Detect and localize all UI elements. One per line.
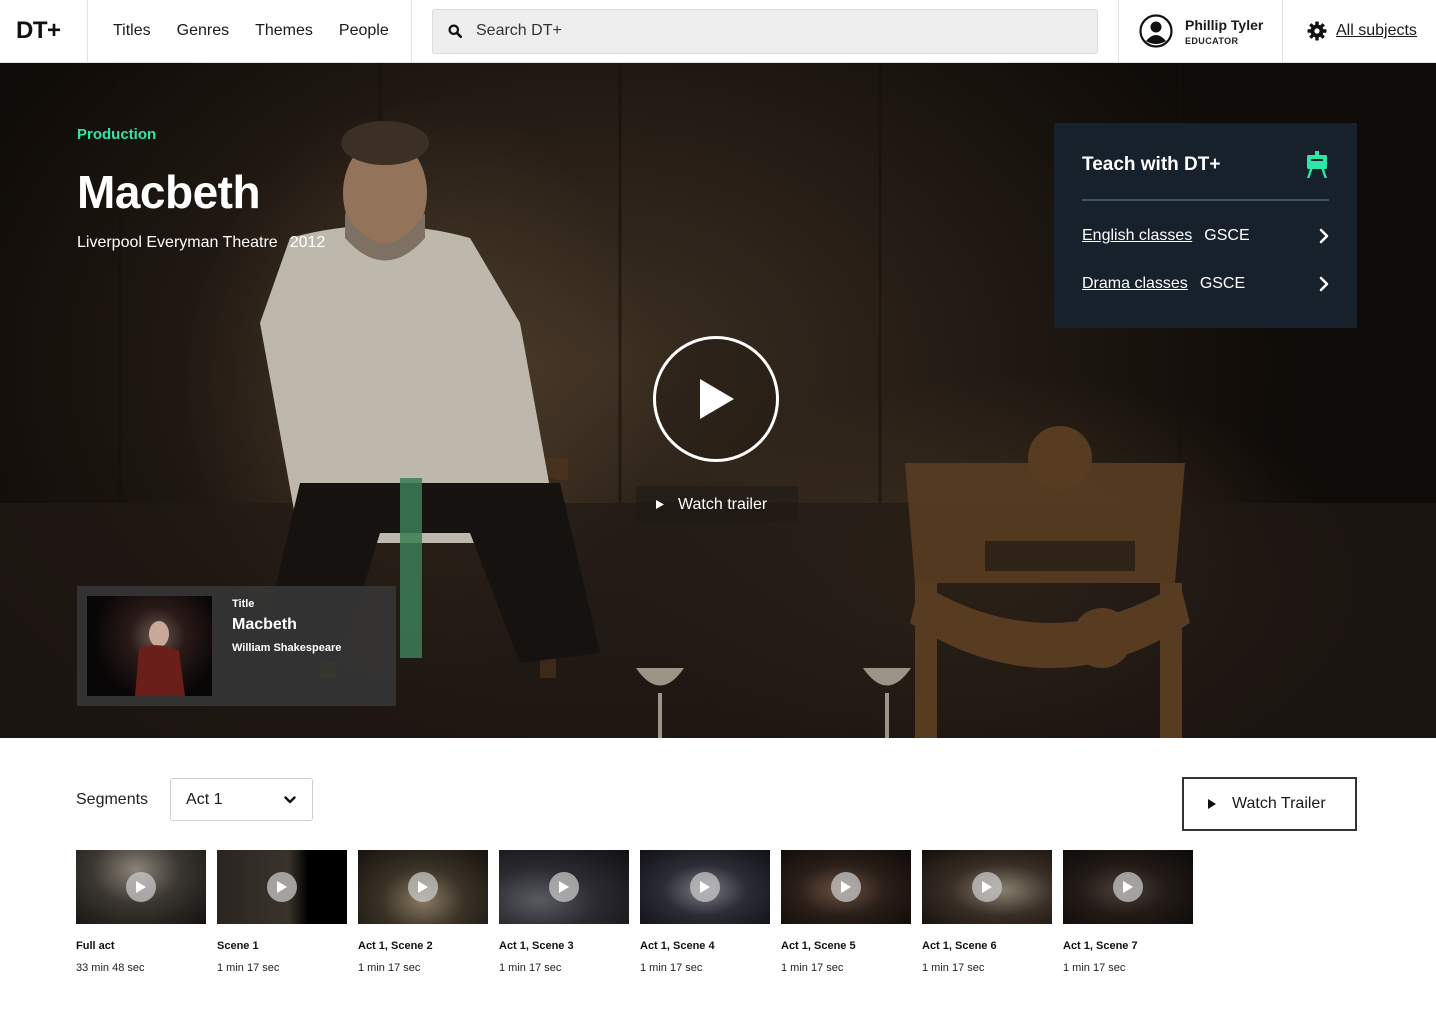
play-small-icon [1208, 799, 1216, 809]
drama-level: GSCE [1199, 275, 1246, 292]
title-thumbnail [87, 596, 212, 696]
segment-name: Act 1, Scene 6 [922, 940, 997, 952]
all-subjects-button[interactable]: All subjects [1283, 0, 1417, 62]
segment-thumbnail [1063, 850, 1193, 924]
segment-name: Act 1, Scene 3 [499, 940, 574, 952]
dt-plus-logo[interactable]: DT+ [0, 0, 88, 62]
segment-item[interactable]: Act 1, Scene 6 1 min 17 sec [922, 850, 1052, 974]
segment-thumbnail [922, 850, 1052, 924]
user-role: EDUCATOR [1185, 35, 1239, 46]
segments-label: Segments [76, 790, 149, 808]
segment-name: Full act [76, 940, 115, 952]
venue-text: Liverpool Everyman Theatre [77, 234, 278, 251]
user-name: Phillip Tyler [1185, 16, 1264, 33]
segment-thumbnail [781, 850, 911, 924]
watch-trailer-overlay-label: Watch trailer [678, 495, 768, 513]
play-circle-icon [267, 872, 297, 902]
drama-classes-row[interactable]: Drama classes GSCE [1082, 271, 1329, 297]
segment-thumbnail [358, 850, 488, 924]
segment-act-dropdown[interactable]: Act 1 [170, 778, 314, 821]
gear-icon [1307, 21, 1327, 41]
drama-classes-link[interactable]: Drama classes [1082, 275, 1188, 293]
title-card-label: Title [232, 598, 255, 610]
search-box[interactable] [432, 8, 1098, 54]
segment-duration: 1 min 17 sec [499, 962, 562, 974]
title-card[interactable]: Title Macbeth William Shakespeare [77, 586, 396, 706]
segment-name: Act 1, Scene 5 [781, 940, 856, 952]
watch-trailer-button[interactable]: Watch Trailer [1182, 777, 1357, 831]
segment-thumbnail [217, 850, 347, 924]
english-level: GSCE [1204, 227, 1250, 244]
content-type-label: Production [77, 126, 157, 143]
play-circle-icon [126, 872, 156, 902]
teach-panel-header: Teach with DT+ [1082, 151, 1329, 201]
play-icon [700, 379, 734, 419]
segment-item[interactable]: Act 1, Scene 2 1 min 17 sec [358, 850, 488, 974]
title-card-author: William Shakespeare [232, 642, 342, 654]
segment-name: Act 1, Scene 7 [1063, 940, 1138, 952]
play-circle-icon [408, 872, 438, 902]
segment-thumbnail [499, 850, 629, 924]
segment-item[interactable]: Act 1, Scene 5 1 min 17 sec [781, 850, 911, 974]
segment-duration: 1 min 17 sec [217, 962, 280, 974]
play-circle-icon [972, 872, 1002, 902]
watch-trailer-overlay-button[interactable]: Watch trailer [636, 486, 798, 523]
segment-item[interactable]: Scene 1 1 min 17 sec [217, 850, 347, 974]
title-card-name: Macbeth [232, 616, 297, 633]
play-small-icon [656, 500, 664, 509]
search-container [412, 0, 1119, 62]
year-text: 2012 [289, 234, 326, 251]
teach-panel-title: Teach with DT+ [1082, 154, 1221, 175]
segment-name: Act 1, Scene 2 [358, 940, 433, 952]
nav-genres[interactable]: Genres [177, 22, 229, 40]
segment-duration: 1 min 17 sec [1063, 962, 1126, 974]
user-avatar-icon [1139, 14, 1173, 48]
nav-titles[interactable]: Titles [113, 22, 151, 40]
segment-duration: 1 min 17 sec [358, 962, 421, 974]
main-nav: Titles Genres Themes People [88, 0, 412, 62]
top-navigation-bar: DT+ Titles Genres Themes People Phillip … [0, 0, 1436, 63]
segment-duration: 1 min 17 sec [922, 962, 985, 974]
nav-people[interactable]: People [339, 22, 389, 40]
segment-thumbnail [76, 850, 206, 924]
classroom-easel-icon [1307, 151, 1327, 178]
segment-duration: 1 min 17 sec [640, 962, 703, 974]
play-circle-icon [1113, 872, 1143, 902]
chevron-right-icon [1319, 228, 1329, 244]
english-classes-row[interactable]: English classes GSCE [1082, 223, 1329, 249]
segment-name: Scene 1 [217, 940, 259, 952]
search-icon [448, 24, 462, 38]
segment-duration: 33 min 48 sec [76, 962, 145, 974]
hero-banner: Production Macbeth Liverpool Everyman Th… [0, 63, 1436, 738]
play-circle-icon [549, 872, 579, 902]
segment-thumbnail [640, 850, 770, 924]
all-subjects-label: All subjects [1336, 22, 1417, 39]
segment-item[interactable]: Act 1, Scene 7 1 min 17 sec [1063, 850, 1193, 974]
chevron-right-icon [1319, 276, 1329, 292]
chevron-down-icon [284, 795, 296, 803]
segment-act-selected: Act 1 [186, 790, 223, 808]
nav-themes[interactable]: Themes [255, 22, 313, 40]
segment-name: Act 1, Scene 4 [640, 940, 715, 952]
english-classes-link[interactable]: English classes [1082, 227, 1192, 245]
production-meta: Liverpool Everyman Theatre 2012 [77, 234, 325, 252]
segment-item[interactable]: Full act 33 min 48 sec [76, 850, 206, 974]
user-profile[interactable]: Phillip Tyler EDUCATOR [1119, 0, 1283, 62]
segment-duration: 1 min 17 sec [781, 962, 844, 974]
play-video-button[interactable] [653, 336, 779, 462]
segments-list: Full act 33 min 48 sec Scene 1 1 min 17 … [76, 850, 1193, 974]
search-input[interactable] [476, 22, 1036, 40]
segment-item[interactable]: Act 1, Scene 3 1 min 17 sec [499, 850, 629, 974]
page-title: Macbeth [77, 166, 261, 218]
play-circle-icon [831, 872, 861, 902]
play-circle-icon [690, 872, 720, 902]
segments-bar: Segments Act 1 [76, 778, 314, 821]
watch-trailer-label: Watch Trailer [1232, 795, 1326, 812]
segment-item[interactable]: Act 1, Scene 4 1 min 17 sec [640, 850, 770, 974]
teach-panel: Teach with DT+ English classes GSCE Dram… [1054, 123, 1357, 328]
